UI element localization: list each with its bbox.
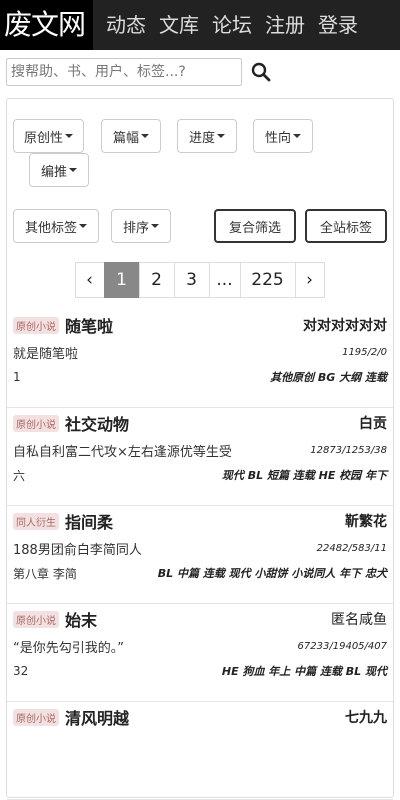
- thread-tags: 现代 BL 短篇 连载 HE 校园 年下: [221, 469, 387, 482]
- thread-author[interactable]: 靳繁花: [345, 511, 387, 531]
- search-button[interactable]: [246, 57, 276, 87]
- filter-editor-pick[interactable]: 编推: [29, 153, 89, 187]
- caret-down-icon: [151, 224, 159, 228]
- nav-forum[interactable]: 论坛: [212, 0, 252, 50]
- search-icon: [251, 62, 271, 82]
- page-last[interactable]: 225: [239, 262, 296, 298]
- pagination: ‹ 1 2 3 ... 225 ›: [7, 262, 393, 298]
- caret-down-icon: [79, 224, 87, 228]
- thread-summary: 自私自利富二代攻×左右逢源优等生受: [13, 444, 232, 460]
- filter-other-tags[interactable]: 其他标签: [13, 209, 99, 243]
- latest-chapter[interactable]: 六: [13, 467, 25, 484]
- page-ellipsis: ...: [208, 262, 241, 298]
- page-3[interactable]: 3: [173, 262, 210, 298]
- category-badge: 同人衍生: [13, 512, 59, 530]
- thread-tags: HE 狗血 年上 中篇 连载 BL 现代: [221, 665, 387, 678]
- thread-title[interactable]: 始末: [65, 607, 97, 631]
- filter-sort[interactable]: 排序: [111, 209, 171, 243]
- page-1[interactable]: 1: [103, 262, 140, 298]
- category-badge: 原创小说: [13, 316, 59, 334]
- filter-length[interactable]: 篇幅: [101, 119, 161, 153]
- nav-login[interactable]: 登录: [318, 0, 358, 50]
- search-bar: [0, 50, 400, 94]
- nav-library[interactable]: 文库: [159, 0, 199, 50]
- thread-item[interactable]: 原创小说 清风明越 七九九: [7, 702, 393, 800]
- thread-title[interactable]: 随笔啦: [65, 313, 113, 337]
- latest-chapter[interactable]: 1: [13, 370, 21, 384]
- caret-down-icon: [141, 134, 149, 138]
- filter-orientation[interactable]: 性向: [253, 119, 313, 153]
- filter-row-1: 原创性 篇幅 进度 性向 编推: [7, 119, 393, 187]
- caret-down-icon: [69, 168, 77, 172]
- thread-author[interactable]: 白贡: [359, 413, 387, 433]
- main-nav: 动态 文库 论坛 注册 登录: [93, 0, 358, 50]
- content-panel: 原创性 篇幅 进度 性向 编推 其他标签 排序 复合筛选 全站标签 ‹ 1 2 …: [6, 98, 394, 800]
- page-2[interactable]: 2: [138, 262, 175, 298]
- page-prev[interactable]: ‹: [74, 262, 105, 298]
- nav-register[interactable]: 注册: [265, 0, 305, 50]
- thread-summary: 就是随笔啦: [13, 346, 79, 362]
- category-badge: 原创小说: [13, 610, 59, 628]
- thread-item[interactable]: 同人衍生 指间柔 靳繁花 188男团俞白李简同人 22482/583/11 第八…: [7, 506, 393, 604]
- all-tags-button[interactable]: 全站标签: [305, 209, 387, 243]
- thread-stats: 12873/1253/38: [310, 444, 387, 456]
- latest-chapter[interactable]: 第八章 李简: [13, 565, 77, 582]
- caret-down-icon: [217, 134, 225, 138]
- filter-row-2: 其他标签 排序 复合筛选 全站标签: [7, 209, 393, 243]
- thread-stats: 1195/2/0: [342, 346, 387, 358]
- caret-down-icon: [65, 134, 73, 138]
- caret-down-icon: [293, 134, 301, 138]
- thread-item[interactable]: 原创小说 始末 匿名咸鱼 “是你先勾引我的。” 67233/19405/407 …: [7, 604, 393, 702]
- latest-chapter[interactable]: 32: [13, 664, 28, 678]
- thread-summary: 188男团俞白李简同人: [13, 542, 142, 558]
- thread-title[interactable]: 指间柔: [65, 509, 113, 533]
- thread-item[interactable]: 原创小说 社交动物 白贡 自私自利富二代攻×左右逢源优等生受 12873/125…: [7, 408, 393, 506]
- site-logo[interactable]: 废文网: [0, 0, 94, 50]
- thread-title[interactable]: 清风明越: [65, 705, 129, 729]
- thread-summary: “是你先勾引我的。”: [13, 640, 124, 656]
- thread-tags: BL 中篇 连载 现代 小甜饼 小说同人 年下 忠犬: [157, 567, 387, 580]
- filter-originality[interactable]: 原创性: [13, 119, 84, 153]
- composite-filter-button[interactable]: 复合筛选: [214, 209, 296, 243]
- top-navbar: 废文网 动态 文库 论坛 注册 登录: [0, 0, 400, 50]
- thread-author[interactable]: 七九九: [345, 707, 387, 727]
- search-input[interactable]: [6, 58, 242, 86]
- thread-author[interactable]: 匿名咸鱼: [331, 609, 387, 629]
- thread-stats: 22482/583/11: [316, 542, 387, 554]
- thread-tags: 其他原创 BG 大纲 连载: [270, 371, 387, 384]
- filter-progress[interactable]: 进度: [177, 119, 237, 153]
- thread-item[interactable]: 原创小说 随笔啦 对对对对对对 就是随笔啦 1195/2/0 1 其他原创 BG…: [7, 310, 393, 408]
- thread-list: 原创小说 随笔啦 对对对对对对 就是随笔啦 1195/2/0 1 其他原创 BG…: [7, 310, 393, 800]
- category-badge: 原创小说: [13, 708, 59, 726]
- page-next[interactable]: ›: [294, 262, 325, 298]
- thread-title[interactable]: 社交动物: [65, 411, 129, 435]
- category-badge: 原创小说: [13, 414, 59, 432]
- thread-stats: 67233/19405/407: [297, 640, 387, 652]
- nav-dynamics[interactable]: 动态: [106, 0, 146, 50]
- thread-author[interactable]: 对对对对对对: [303, 315, 387, 335]
